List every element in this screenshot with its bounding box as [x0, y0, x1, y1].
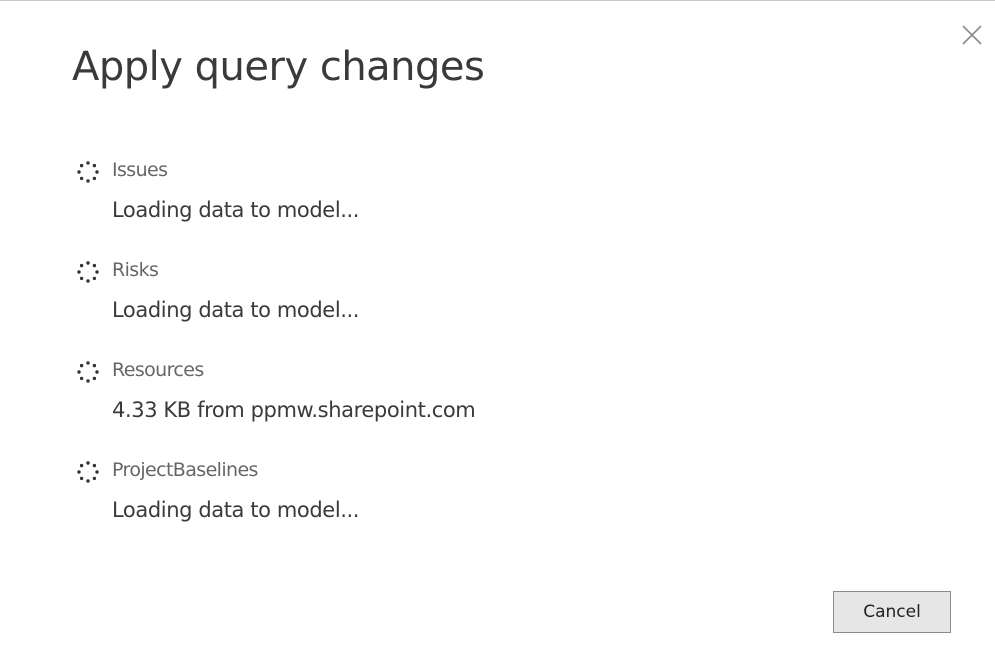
close-icon — [962, 25, 982, 45]
apply-query-changes-dialog: Apply query changes Issues Loading data … — [0, 0, 995, 656]
query-name: Resources — [112, 359, 204, 381]
query-name: Risks — [112, 259, 159, 281]
loading-spinner-icon — [77, 261, 99, 283]
dialog-title: Apply query changes — [72, 44, 485, 90]
cancel-button[interactable]: Cancel — [833, 591, 951, 633]
loading-spinner-icon — [77, 361, 99, 383]
query-name: ProjectBaselines — [112, 459, 258, 481]
query-status: Loading data to model... — [112, 298, 360, 322]
query-status: 4.33 KB from ppmw.sharepoint.com — [112, 398, 476, 422]
query-status: Loading data to model... — [112, 498, 360, 522]
loading-spinner-icon — [77, 161, 99, 183]
query-status: Loading data to model... — [112, 198, 360, 222]
dialog-top-border — [0, 0, 995, 1]
loading-spinner-icon — [77, 461, 99, 483]
query-name: Issues — [112, 159, 168, 181]
close-button[interactable] — [959, 22, 985, 48]
